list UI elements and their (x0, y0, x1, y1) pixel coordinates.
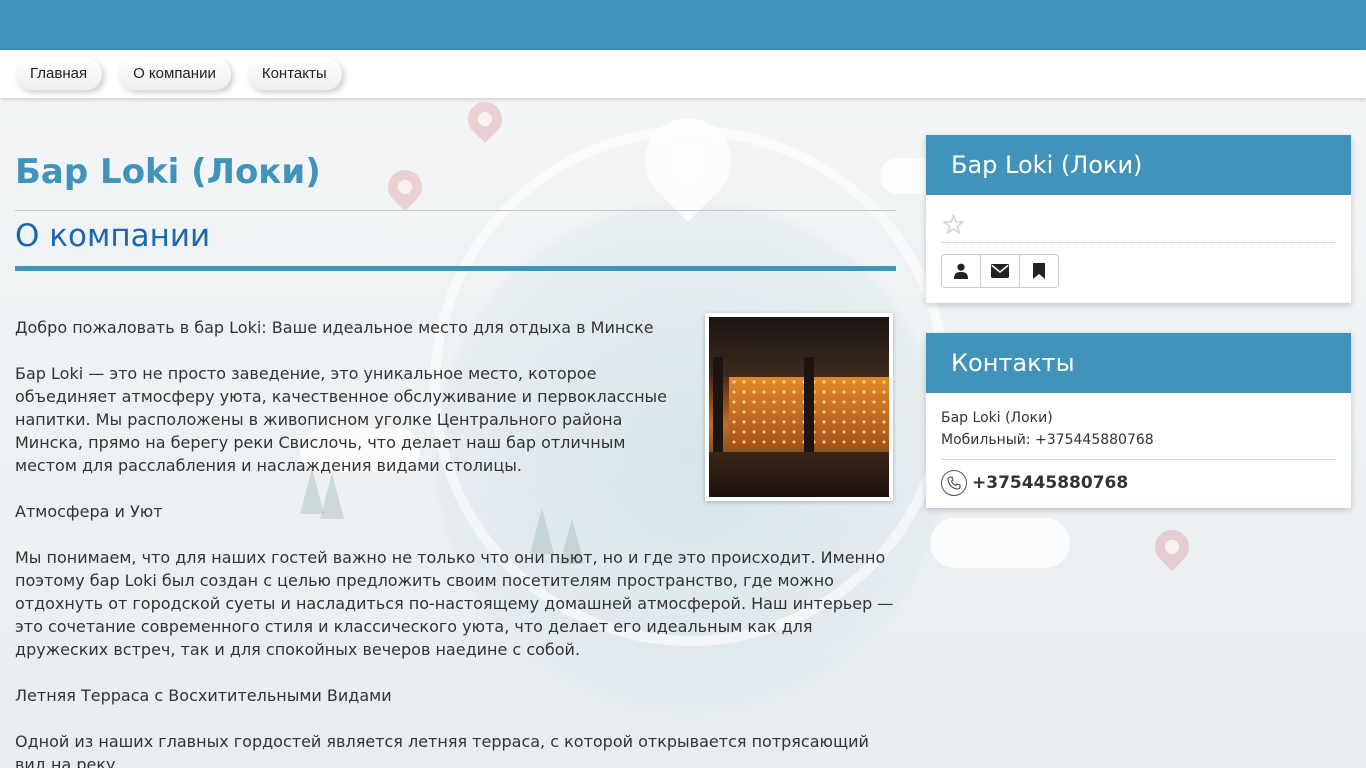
company-card: Бар Loki (Локи) ☆ (926, 135, 1351, 303)
user-icon (954, 263, 968, 279)
main-navigation: Главная О компании Контакты (0, 50, 1366, 98)
article-heading: Летняя Терраса с Восхитительными Видами (15, 686, 392, 705)
title-divider (15, 210, 896, 211)
article-heading: Атмосфера и Уют (15, 502, 163, 521)
phone-link[interactable]: +375445880768 (972, 473, 1128, 493)
article-paragraph: Одной из наших главных гордостей являетс… (15, 732, 869, 768)
user-button[interactable] (941, 254, 981, 288)
bar-terrace-image (709, 317, 889, 497)
star-icon[interactable]: ☆ (941, 210, 966, 239)
rating-row: ☆ (941, 207, 1336, 243)
bookmark-icon (1033, 263, 1045, 279)
email-button[interactable] (980, 254, 1020, 288)
page-title: Бар Loki (Локи) (15, 152, 321, 192)
contact-mobile: Мобильный: +375445880768 (941, 432, 1154, 448)
contact-name: Бар Loki (Локи) (941, 410, 1053, 426)
nav-home[interactable]: Главная (15, 58, 103, 90)
nav-about[interactable]: О компании (118, 58, 231, 90)
nav-contacts[interactable]: Контакты (246, 58, 342, 90)
phone-icon (941, 470, 967, 496)
section-title: О компании (15, 218, 211, 254)
article-text: Добро пожаловать в бар Loki: Ваше идеаль… (15, 313, 896, 768)
sidebar: Бар Loki (Локи) ☆ Контакты Бар Loki (Лок… (926, 135, 1351, 538)
company-actions (941, 254, 1336, 288)
section-divider (15, 266, 896, 271)
phone-row: +375445880768 (941, 470, 1336, 496)
envelope-icon (991, 264, 1009, 278)
contacts-card: Контакты Бар Loki (Локи) Мобильный: +375… (926, 333, 1351, 508)
article-paragraph: Мы понимаем, что для наших гостей важно … (15, 548, 894, 659)
contacts-card-title: Контакты (926, 333, 1351, 393)
company-card-title: Бар Loki (Локи) (926, 135, 1351, 195)
top-bar (0, 0, 1366, 50)
bar-photo[interactable] (705, 313, 893, 501)
bookmark-button[interactable] (1019, 254, 1059, 288)
